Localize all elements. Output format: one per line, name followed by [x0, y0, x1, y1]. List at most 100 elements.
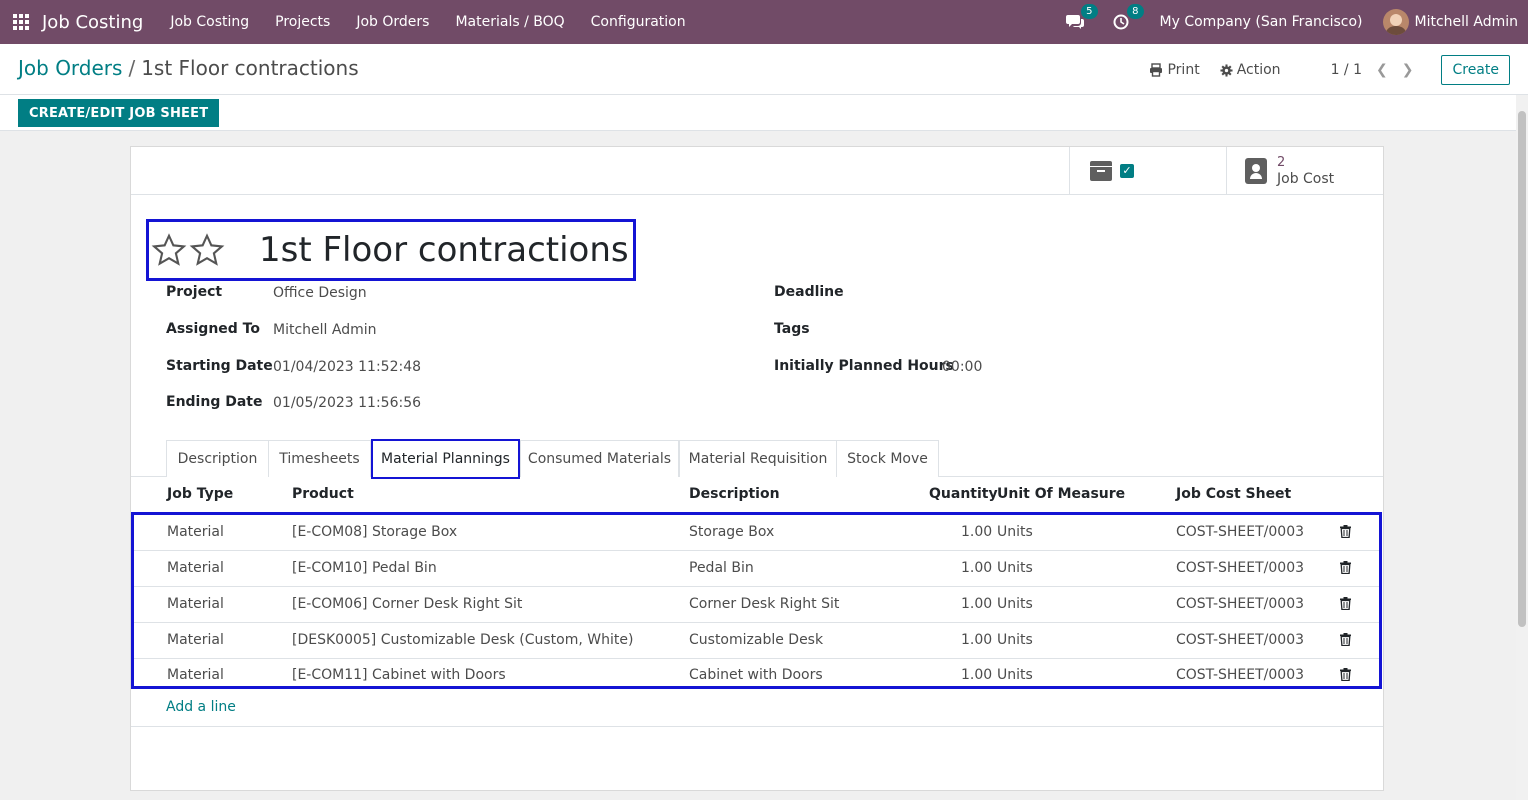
create-edit-job-sheet-button[interactable]: CREATE/EDIT JOB SHEET [18, 99, 220, 127]
column-job-type[interactable]: Job Type [167, 486, 233, 502]
column-description[interactable]: Description [689, 486, 780, 502]
company-switcher[interactable]: My Company (San Francisco) [1160, 14, 1363, 30]
field-label: Initially Planned Hours [774, 358, 954, 374]
cell-quantity: 1.00 [961, 632, 993, 648]
menu-job-costing[interactable]: Job Costing [157, 14, 262, 30]
apps-menu-icon[interactable] [0, 0, 42, 44]
assigned-to-value[interactable]: Mitchell Admin [273, 322, 377, 338]
address-book-icon [1245, 158, 1267, 184]
column-quantity[interactable]: Quantity [929, 486, 998, 502]
trash-icon[interactable] [1340, 597, 1351, 610]
add-a-line-link[interactable]: Add a line [166, 699, 236, 715]
cell-job-cost-sheet: COST-SHEET/0003 [1176, 524, 1305, 540]
planned-hours-value[interactable]: 00:00 [942, 359, 982, 375]
create-button[interactable]: Create [1441, 55, 1510, 85]
tab-timesheets[interactable]: Timesheets [268, 440, 371, 477]
cell-quantity: 1.00 [961, 596, 993, 612]
messages-icon[interactable]: 5 [1065, 4, 1098, 31]
field-planned-hours: Initially Planned Hours 00:00 [774, 358, 982, 375]
trash-icon[interactable] [1340, 633, 1351, 646]
table-row[interactable]: Material [E-COM11] Cabinet with Doors Ca… [134, 658, 1379, 694]
field-label: Ending Date [166, 394, 263, 410]
cell-description: Pedal Bin [689, 560, 754, 576]
menu-materials-boq[interactable]: Materials / BOQ [442, 14, 577, 30]
action-button[interactable]: Action [1220, 62, 1281, 78]
form-sheet: ✓ 2 Job Cost 1st Floor contractions Proj… [130, 146, 1384, 791]
table-header: Job Type Product Description Quantity Un… [131, 478, 1383, 512]
cell-description: Storage Box [689, 524, 775, 540]
activities-clock-icon[interactable]: 8 [1112, 4, 1144, 31]
cell-quantity: 1.00 [961, 560, 993, 576]
field-assigned-to: Assigned To Mitchell Admin [166, 321, 377, 338]
cell-uom: Units [997, 560, 1033, 576]
tab-description[interactable]: Description [166, 440, 269, 477]
table-row[interactable]: Material [E-COM10] Pedal Bin Pedal Bin 1… [134, 551, 1379, 587]
field-deadline: Deadline [774, 284, 844, 300]
user-menu[interactable]: Mitchell Admin [1382, 9, 1519, 35]
tab-material-requisition[interactable]: Material Requisition [679, 440, 837, 477]
activities-badge: 8 [1127, 4, 1144, 19]
tab-stock-move[interactable]: Stock Move [836, 440, 939, 477]
cell-job-cost-sheet: COST-SHEET/0003 [1176, 596, 1305, 612]
column-job-cost-sheet[interactable]: Job Cost Sheet [1176, 486, 1291, 502]
archive-toggle-button[interactable]: ✓ [1069, 147, 1227, 195]
record-title[interactable]: 1st Floor contractions [259, 230, 629, 270]
print-button[interactable]: Print [1149, 62, 1200, 78]
priority-star-icon[interactable] [189, 232, 225, 268]
table-row[interactable]: Material [E-COM06] Corner Desk Right Sit… [134, 587, 1379, 623]
tab-consumed-materials[interactable]: Consumed Materials [520, 440, 679, 477]
cell-description: Customizable Desk [689, 632, 824, 648]
page-scrollbar[interactable] [1516, 95, 1528, 800]
pager-previous-icon[interactable]: ❮ [1376, 62, 1388, 78]
menu-job-orders[interactable]: Job Orders [343, 14, 442, 30]
field-tags: Tags [774, 321, 810, 337]
cell-description: Corner Desk Right Sit [689, 596, 840, 612]
breadcrumb-job-orders[interactable]: Job Orders [18, 56, 122, 80]
field-label: Starting Date [166, 358, 273, 374]
active-checkbox[interactable]: ✓ [1120, 164, 1134, 178]
cell-uom: Units [997, 596, 1033, 612]
ending-date-value[interactable]: 01/05/2023 11:56:56 [273, 395, 421, 411]
menu-configuration[interactable]: Configuration [578, 14, 699, 30]
user-name: Mitchell Admin [1414, 14, 1519, 30]
top-navbar: Job Costing Job Costing Projects Job Ord… [0, 0, 1528, 44]
cell-product: [E-COM10] Pedal Bin [292, 560, 437, 576]
smart-button-box: ✓ 2 Job Cost [131, 147, 1383, 195]
project-value[interactable]: Office Design [273, 285, 367, 301]
breadcrumb: Job Orders/1st Floor contractions [18, 56, 359, 80]
cell-job-type: Material [167, 560, 224, 576]
starting-date-value[interactable]: 01/04/2023 11:52:48 [273, 359, 421, 375]
control-panel: Job Orders/1st Floor contractions Print … [0, 44, 1528, 95]
messages-badge: 5 [1081, 4, 1098, 19]
form-statusbar: CREATE/EDIT JOB SHEET [0, 95, 1516, 131]
trash-icon[interactable] [1340, 525, 1351, 538]
job-cost-label: Job Cost [1277, 171, 1335, 187]
priority-star-icon[interactable] [151, 232, 187, 268]
pager-next-icon[interactable]: ❯ [1402, 62, 1414, 78]
app-brand[interactable]: Job Costing [42, 12, 143, 33]
table-row[interactable]: Material [E-COM08] Storage Box Storage B… [134, 515, 1379, 551]
gear-icon [1220, 63, 1233, 77]
field-label: Project [166, 284, 223, 300]
cell-uom: Units [997, 632, 1033, 648]
cell-quantity: 1.00 [961, 667, 993, 683]
column-unit-of-measure[interactable]: Unit Of Measure [997, 486, 1125, 502]
job-cost-count: 2 [1277, 155, 1286, 170]
archive-box-icon [1090, 161, 1112, 181]
cell-job-type: Material [167, 632, 224, 648]
pager-value[interactable]: 1 / 1 [1331, 62, 1362, 78]
column-product[interactable]: Product [292, 486, 354, 502]
trash-icon[interactable] [1340, 668, 1351, 681]
cell-job-cost-sheet: COST-SHEET/0003 [1176, 632, 1305, 648]
menu-projects[interactable]: Projects [262, 14, 343, 30]
cell-description: Cabinet with Doors [689, 667, 823, 683]
breadcrumb-separator: / [128, 56, 136, 80]
cell-product: [DESK0005] Customizable Desk (Custom, Wh… [292, 632, 634, 648]
table-row[interactable]: Material [DESK0005] Customizable Desk (C… [134, 623, 1379, 659]
scrollbar-thumb[interactable] [1518, 111, 1526, 627]
trash-icon[interactable] [1340, 561, 1351, 574]
print-label: Print [1167, 62, 1200, 78]
tab-material-plannings[interactable]: Material Plannings [371, 439, 520, 479]
breadcrumb-current: 1st Floor contractions [141, 56, 359, 80]
job-cost-smart-button[interactable]: 2 Job Cost [1226, 147, 1383, 195]
